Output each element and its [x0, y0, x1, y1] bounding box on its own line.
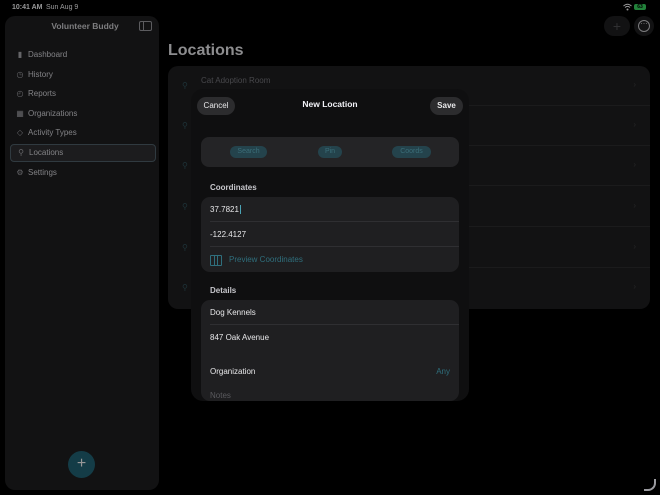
- preview-coordinates-label: Preview Coordinates: [229, 255, 303, 264]
- coordinates-header: Coordinates: [210, 183, 257, 192]
- longitude-value: -122.4127: [210, 230, 247, 239]
- address-value: 847 Oak Avenue: [210, 333, 270, 342]
- text-cursor: [239, 205, 241, 215]
- name-value: Dog Kennels: [210, 308, 256, 317]
- save-button[interactable]: Save: [430, 97, 463, 115]
- segment-search[interactable]: Search: [230, 146, 267, 158]
- segment-pin[interactable]: Pin: [318, 146, 342, 158]
- coordinates-group: 37.7821 -122.4127 Preview Coordinates: [201, 197, 459, 272]
- location-mode-segmented-control: Search Pin Coords: [201, 137, 459, 167]
- latitude-field[interactable]: 37.7821: [210, 197, 459, 222]
- details-header: Details: [210, 286, 237, 295]
- longitude-field[interactable]: -122.4127: [210, 222, 459, 247]
- organization-value: Any: [436, 367, 450, 376]
- notes-field[interactable]: Notes: [210, 391, 231, 400]
- new-location-sheet: Cancel New Location Save Search Pin Coor…: [191, 89, 469, 401]
- address-field[interactable]: 847 Oak Avenue: [210, 325, 459, 350]
- organization-picker[interactable]: Organization Any: [210, 359, 459, 384]
- details-group: Dog Kennels 847 Oak Avenue Organization …: [201, 300, 459, 401]
- sheet-title: New Location: [302, 99, 358, 109]
- name-field[interactable]: Dog Kennels: [210, 300, 459, 325]
- latitude-value: 37.7821: [210, 205, 239, 214]
- preview-coordinates-button[interactable]: Preview Coordinates: [210, 247, 459, 272]
- map-icon: [210, 255, 222, 266]
- segment-coords[interactable]: Coords: [392, 146, 431, 158]
- organization-label: Organization: [210, 367, 256, 376]
